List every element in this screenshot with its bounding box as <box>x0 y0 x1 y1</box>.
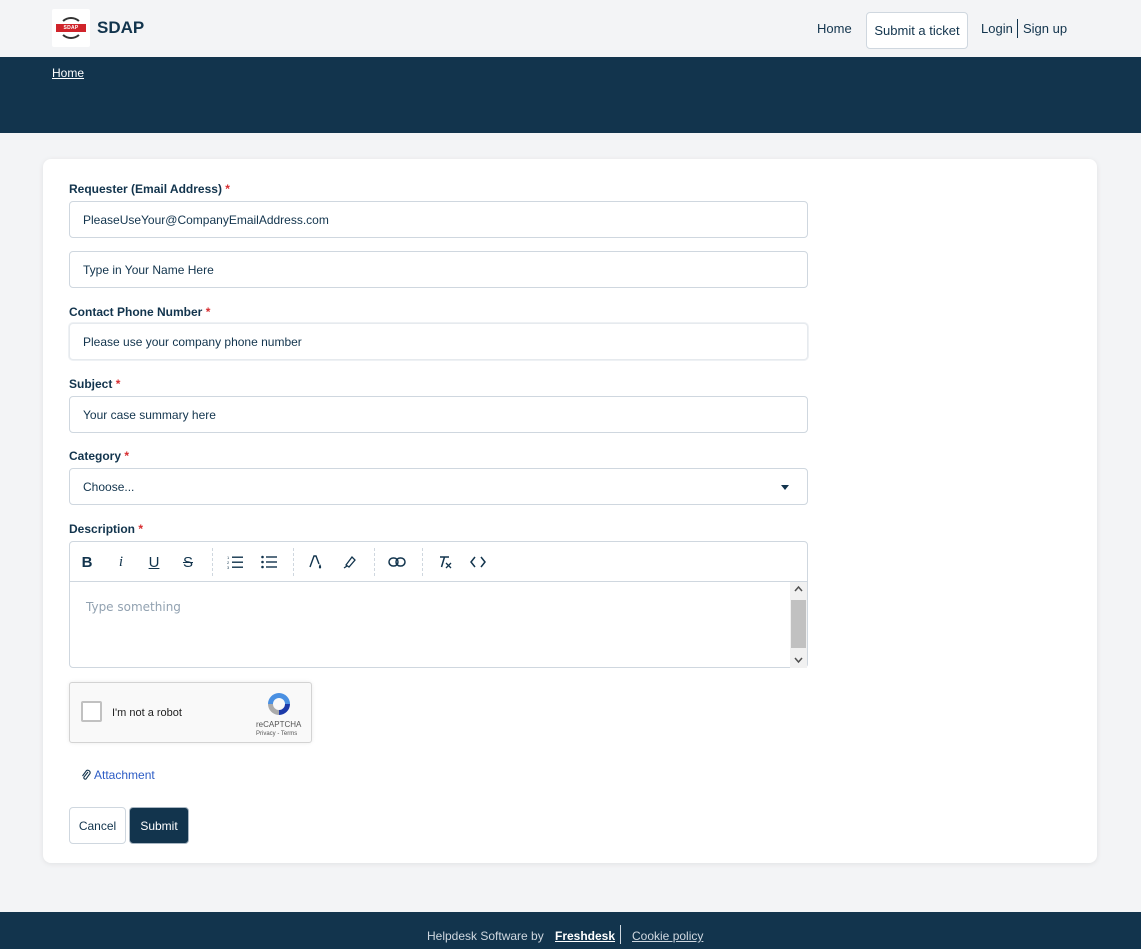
recaptcha-widget: I'm not a robot reCAPTCHA Privacy - Term… <box>69 682 312 743</box>
svg-text:3: 3 <box>227 565 230 569</box>
page-banner: Home <box>0 57 1141 133</box>
clear-format-icon[interactable] <box>434 552 456 572</box>
footer-divider <box>620 925 621 944</box>
submit-ticket-button[interactable]: Submit a ticket <box>866 12 968 49</box>
required-mark: * <box>205 305 211 319</box>
toolbar-divider <box>374 548 375 576</box>
underline-icon[interactable]: U <box>143 552 165 572</box>
recaptcha-label: I'm not a robot <box>112 707 182 719</box>
toolbar-divider <box>293 548 294 576</box>
recaptcha-terms-link[interactable]: Privacy - Terms <box>256 731 297 737</box>
strikethrough-icon[interactable]: S <box>177 552 199 572</box>
logo-text: SDAP <box>56 24 86 32</box>
signup-link[interactable]: Sign up <box>1023 21 1067 36</box>
chevron-down-icon <box>781 485 789 490</box>
login-link[interactable]: Login <box>981 21 1013 36</box>
nav-home-link[interactable]: Home <box>817 21 852 36</box>
toolbar-divider <box>212 548 213 576</box>
paperclip-icon <box>82 769 91 780</box>
code-icon[interactable] <box>467 552 489 572</box>
editor-toolbar: B i U S 123 <box>70 542 807 582</box>
subject-input[interactable]: Your case summary here <box>69 396 808 433</box>
italic-icon[interactable]: i <box>110 552 132 572</box>
footer-credit-text: Helpdesk Software by <box>427 929 544 943</box>
bold-icon[interactable]: B <box>76 552 98 572</box>
logo-mark: SDAP <box>56 17 86 39</box>
breadcrumb-home[interactable]: Home <box>52 66 84 80</box>
recaptcha-logo-icon <box>268 693 290 715</box>
phone-input[interactable]: Please use your company phone number <box>69 323 808 360</box>
cookie-policy-link[interactable]: Cookie policy <box>632 929 703 943</box>
description-textarea[interactable]: Type something <box>86 600 181 614</box>
requester-label: Requester (Email Address) * <box>69 182 230 196</box>
highlight-icon[interactable] <box>339 552 361 572</box>
scroll-down-icon[interactable] <box>794 655 803 664</box>
editor-scrollbar[interactable] <box>790 582 807 668</box>
subject-label: Subject * <box>69 377 121 391</box>
name-input[interactable]: Type in Your Name Here <box>69 251 808 288</box>
company-logo[interactable]: SDAP <box>52 9 90 47</box>
nav-divider <box>1017 19 1018 38</box>
required-mark: * <box>138 522 144 536</box>
phone-label: Contact Phone Number * <box>69 305 211 319</box>
ticket-form-card: Requester (Email Address) * PleaseUseYou… <box>43 159 1097 863</box>
category-label: Category * <box>69 449 130 463</box>
description-label: Description * <box>69 522 144 536</box>
scroll-up-icon[interactable] <box>794 585 803 594</box>
requester-email-input[interactable]: PleaseUseYour@CompanyEmailAddress.com <box>69 201 808 238</box>
bulleted-list-icon[interactable] <box>258 552 280 572</box>
cancel-button[interactable]: Cancel <box>69 807 126 844</box>
required-mark: * <box>115 377 121 391</box>
toolbar-divider <box>422 548 423 576</box>
top-navigation: SDAP SDAP Home Submit a ticket Login Sig… <box>0 0 1141 57</box>
brand-name[interactable]: SDAP <box>97 18 144 38</box>
submit-button[interactable]: Submit <box>129 807 189 844</box>
font-color-icon[interactable] <box>305 552 327 572</box>
numbered-list-icon[interactable]: 123 <box>224 552 246 572</box>
description-editor: B i U S 123 Type something <box>69 541 808 668</box>
page-footer: Helpdesk Software by Freshdesk Cookie po… <box>0 912 1141 949</box>
freshdesk-link[interactable]: Freshdesk <box>555 929 615 943</box>
category-select[interactable]: Choose... <box>69 468 808 505</box>
scroll-thumb[interactable] <box>791 600 806 648</box>
recaptcha-brand: reCAPTCHA <box>256 720 302 729</box>
attachment-link[interactable]: Attachment <box>81 768 155 782</box>
recaptcha-checkbox[interactable] <box>81 701 102 722</box>
required-mark: * <box>124 449 130 463</box>
required-mark: * <box>225 182 230 196</box>
link-icon[interactable] <box>386 552 408 572</box>
